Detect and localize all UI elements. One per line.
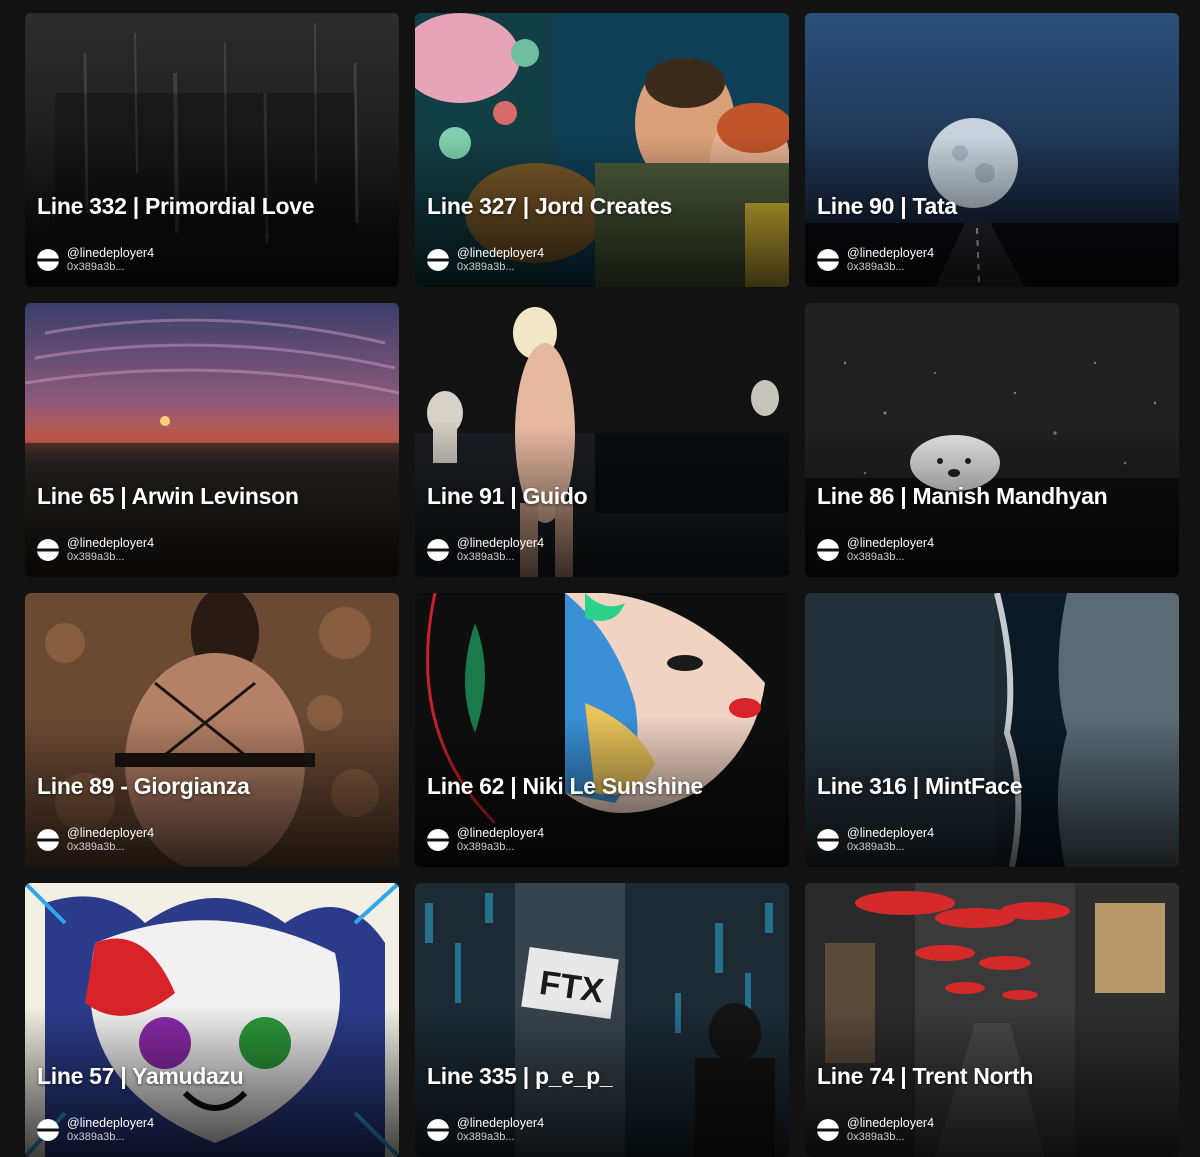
creator-info[interactable]: @linedeployer4 0x389a3b... (37, 1115, 154, 1145)
creator-address: 0x389a3b... (847, 551, 905, 563)
creator-avatar (427, 829, 449, 851)
creator-info[interactable]: @linedeployer4 0x389a3b... (427, 245, 544, 275)
creator-info[interactable]: @linedeployer4 0x389a3b... (37, 825, 154, 855)
creator-handle: @linedeployer4 (847, 826, 935, 840)
creator-avatar (817, 829, 839, 851)
collection-grid: Line 332 | Primordial Love @linedeployer… (0, 0, 1200, 1157)
creator-info[interactable]: @linedeployer4 0x389a3b... (817, 245, 934, 275)
card-title: Line 90 | Tata (817, 193, 957, 219)
creator-handle: @linedeployer4 (67, 536, 155, 550)
creator-address: 0x389a3b... (457, 551, 515, 563)
creator-address: 0x389a3b... (457, 261, 515, 273)
creator-info[interactable]: @linedeployer4 0x389a3b... (817, 825, 934, 855)
nft-card[interactable]: Line 90 | Tata @linedeployer4 0x389a3b..… (805, 13, 1179, 287)
nft-card[interactable]: FTX Line 335 | p_e_p_ @linedeployer4 0x3… (415, 883, 789, 1157)
creator-address: 0x389a3b... (67, 261, 125, 273)
creator-address: 0x389a3b... (67, 551, 125, 563)
creator-avatar (817, 539, 839, 561)
card-title: Line 335 | p_e_p_ (427, 1063, 613, 1089)
nft-card[interactable]: Line 91 | Guido @linedeployer4 0x389a3b.… (415, 303, 789, 577)
creator-avatar (37, 539, 59, 561)
creator-address: 0x389a3b... (67, 1131, 125, 1143)
card-title: Line 332 | Primordial Love (37, 193, 315, 219)
creator-address: 0x389a3b... (847, 261, 905, 273)
card-title: Line 65 | Arwin Levinson (37, 483, 299, 509)
creator-avatar (37, 249, 59, 271)
creator-info[interactable]: @linedeployer4 0x389a3b... (37, 245, 154, 275)
creator-address: 0x389a3b... (457, 1131, 515, 1143)
creator-handle: @linedeployer4 (457, 536, 545, 550)
nft-card[interactable]: Line 332 | Primordial Love @linedeployer… (25, 13, 399, 287)
nft-card[interactable]: Line 316 | MintFace @linedeployer4 0x389… (805, 593, 1179, 867)
card-title: Line 327 | Jord Creates (427, 193, 672, 219)
card-title: Line 86 | Manish Mandhyan (817, 483, 1108, 509)
nft-card[interactable]: Line 57 | Yamudazu @linedeployer4 0x389a… (25, 883, 399, 1157)
creator-handle: @linedeployer4 (67, 826, 155, 840)
creator-address: 0x389a3b... (67, 841, 125, 853)
card-title: Line 316 | MintFace (817, 773, 1023, 799)
creator-info[interactable]: @linedeployer4 0x389a3b... (427, 535, 544, 565)
nft-card[interactable]: Line 62 | Niki Le Sunshine @linedeployer… (415, 593, 789, 867)
creator-info[interactable]: @linedeployer4 0x389a3b... (817, 1115, 934, 1145)
creator-address: 0x389a3b... (847, 1131, 905, 1143)
creator-avatar (37, 1119, 59, 1141)
card-title: Line 91 | Guido (427, 483, 588, 509)
creator-avatar (427, 249, 449, 271)
creator-handle: @linedeployer4 (847, 246, 935, 260)
creator-handle: @linedeployer4 (67, 246, 155, 260)
card-title: Line 89 - Giorgianza (37, 773, 250, 799)
creator-handle: @linedeployer4 (457, 246, 545, 260)
creator-info[interactable]: @linedeployer4 0x389a3b... (37, 535, 154, 565)
creator-avatar (817, 249, 839, 271)
creator-avatar (427, 1119, 449, 1141)
card-title: Line 74 | Trent North (817, 1063, 1034, 1089)
nft-card[interactable]: Line 327 | Jord Creates @linedeployer4 0… (415, 13, 789, 287)
nft-card[interactable]: Line 86 | Manish Mandhyan @linedeployer4… (805, 303, 1179, 577)
creator-handle: @linedeployer4 (67, 1116, 155, 1130)
creator-info[interactable]: @linedeployer4 0x389a3b... (427, 825, 544, 855)
creator-avatar (817, 1119, 839, 1141)
creator-handle: @linedeployer4 (457, 1116, 545, 1130)
creator-handle: @linedeployer4 (457, 826, 545, 840)
nft-card[interactable]: Line 65 | Arwin Levinson @linedeployer4 … (25, 303, 399, 577)
nft-card[interactable]: Line 89 - Giorgianza @linedeployer4 0x38… (25, 593, 399, 867)
creator-info[interactable]: @linedeployer4 0x389a3b... (427, 1115, 544, 1145)
creator-handle: @linedeployer4 (847, 1116, 935, 1130)
nft-card[interactable]: Line 74 | Trent North @linedeployer4 0x3… (805, 883, 1179, 1157)
creator-handle: @linedeployer4 (847, 536, 935, 550)
creator-address: 0x389a3b... (457, 841, 515, 853)
creator-info[interactable]: @linedeployer4 0x389a3b... (817, 535, 934, 565)
creator-address: 0x389a3b... (847, 841, 905, 853)
creator-avatar (427, 539, 449, 561)
creator-avatar (37, 829, 59, 851)
card-title: Line 57 | Yamudazu (37, 1063, 244, 1089)
card-title: Line 62 | Niki Le Sunshine (427, 773, 703, 799)
